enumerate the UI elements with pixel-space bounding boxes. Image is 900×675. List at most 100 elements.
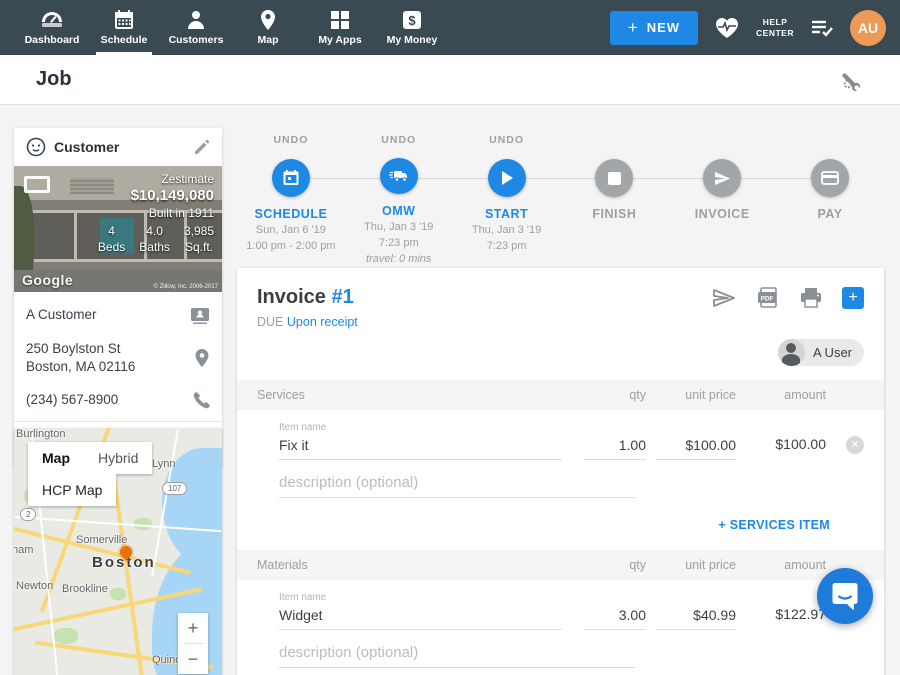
- drag-handle[interactable]: [257, 450, 279, 460]
- health-heart-icon[interactable]: [714, 16, 740, 40]
- services-title: Services: [257, 388, 576, 402]
- zestimate-block: Zestimate $10,149,080 Built in 1911 4Bed…: [98, 172, 214, 255]
- nav-item-my-apps[interactable]: My Apps: [304, 0, 376, 55]
- timeline-step-schedule: UNDO SCHEDULE Sun, Jan 6 '19 1:00 pm - 2…: [237, 128, 345, 268]
- qty-column-header: qty: [576, 388, 646, 402]
- route-107-shield: 107: [162, 482, 187, 495]
- nav-item-map[interactable]: Map: [232, 0, 304, 55]
- start-play-icon[interactable]: [488, 159, 526, 197]
- map-type-hybrid-button[interactable]: Hybrid: [84, 442, 152, 474]
- customer-card-header: Customer: [14, 128, 222, 166]
- chat-launcher-button[interactable]: [817, 568, 873, 624]
- undo-start-button[interactable]: UNDO: [489, 128, 524, 150]
- omw-truck-icon[interactable]: [380, 158, 418, 194]
- map-canvas[interactable]: Burlington Lynn Somerville ham Boston Ne…: [14, 428, 222, 675]
- built-year: Built in 1911: [98, 206, 214, 220]
- nav-label-my-money: My Money: [387, 34, 438, 46]
- nav-label-customers: Customers: [169, 34, 224, 46]
- stat-baths: 4.0Baths: [139, 223, 170, 255]
- map-type-controls: Map Hybrid HCP Map: [28, 442, 152, 506]
- nav-item-schedule[interactable]: Schedule: [88, 0, 160, 55]
- omw-step-label: OMW: [382, 204, 415, 218]
- pay-card-icon[interactable]: [811, 159, 849, 197]
- my-apps-icon: [330, 9, 350, 31]
- phone-icon[interactable]: [192, 391, 210, 409]
- due-value-link[interactable]: Upon receipt: [287, 315, 358, 329]
- drag-handle[interactable]: [257, 620, 279, 630]
- job-settings-icon[interactable]: [840, 68, 864, 92]
- schedule-step-icon[interactable]: [272, 159, 310, 197]
- due-label: DUE: [257, 315, 283, 329]
- material-amount: $122.97: [736, 606, 826, 630]
- nav-label-map: Map: [258, 34, 279, 46]
- invoice-title: Invoice #1: [257, 286, 358, 309]
- material-unit-price-input[interactable]: [656, 603, 736, 630]
- google-logo: Google: [22, 272, 73, 288]
- service-description-input[interactable]: [279, 470, 635, 498]
- nav-item-customers[interactable]: Customers: [160, 0, 232, 55]
- help-center-line1: HELP: [756, 17, 794, 28]
- timeline-step-invoice: INVOICE: [668, 128, 776, 268]
- nav-label-my-apps: My Apps: [318, 34, 361, 46]
- zestimate-label: Zestimate: [98, 172, 214, 186]
- invoice-header: Invoice #1 DUE Upon receipt PDF +: [237, 286, 884, 329]
- unit-price-column-header: unit price: [646, 558, 736, 572]
- undo-schedule-button[interactable]: UNDO: [273, 128, 308, 150]
- help-center-button[interactable]: HELP CENTER: [756, 17, 794, 38]
- invoice-send-icon[interactable]: [703, 159, 741, 197]
- add-services-item-button[interactable]: + SERVICES ITEM: [718, 518, 830, 532]
- nav-label-schedule: Schedule: [101, 34, 148, 46]
- material-line-item: Item name $122.97 ✕: [237, 580, 884, 630]
- map-label-waltham: ham: [14, 544, 33, 556]
- zoom-out-button[interactable]: −: [178, 644, 208, 674]
- zillow-copyright: © Zillow, Inc. 2006-2017: [154, 284, 218, 290]
- service-line-item: Item name $100.00 ✕: [237, 410, 884, 460]
- hcp-map-button[interactable]: HCP Map: [28, 474, 116, 506]
- customer-card: Customer Zestimate $10,149,080 Built in …: [14, 128, 222, 467]
- add-invoice-button[interactable]: +: [842, 287, 864, 309]
- finish-stop-icon[interactable]: [595, 159, 633, 197]
- material-description-input[interactable]: [279, 640, 635, 668]
- customer-address: 250 Boylston St Boston, MA 02116: [26, 340, 186, 375]
- customer-address-row: 250 Boylston St Boston, MA 02116: [14, 332, 222, 383]
- map-icon: [259, 9, 277, 31]
- undo-omw-button[interactable]: UNDO: [381, 128, 416, 149]
- service-qty-input[interactable]: [584, 433, 646, 460]
- service-description-row: [237, 460, 884, 498]
- material-item-name-input[interactable]: [279, 603, 562, 630]
- property-stats: 4Beds 4.0Baths 3,985Sq.ft.: [98, 223, 214, 255]
- qty-column-header: qty: [576, 558, 646, 572]
- property-photo[interactable]: Zestimate $10,149,080 Built in 1911 4Bed…: [14, 166, 222, 292]
- stat-beds: 4Beds: [98, 223, 125, 255]
- svg-text:$: $: [408, 13, 416, 28]
- send-invoice-icon[interactable]: [712, 288, 736, 308]
- map-type-map-button[interactable]: Map: [28, 442, 84, 474]
- location-pin-icon[interactable]: [194, 348, 210, 368]
- timeline-step-start: UNDO START Thu, Jan 3 '19 7:23 pm: [453, 128, 561, 268]
- nav-item-dashboard[interactable]: Dashboard: [16, 0, 88, 55]
- service-item-name-input[interactable]: [279, 433, 562, 460]
- nav-item-my-money[interactable]: $ My Money: [376, 0, 448, 55]
- invoice-number[interactable]: #1: [331, 286, 353, 308]
- activity-feed-icon[interactable]: [810, 18, 834, 38]
- streetview-frame-icon[interactable]: [24, 176, 50, 193]
- pdf-icon[interactable]: PDF: [756, 286, 780, 310]
- plus-icon: +: [628, 18, 639, 38]
- material-qty-input[interactable]: [584, 603, 646, 630]
- zoom-in-button[interactable]: +: [178, 613, 208, 643]
- delete-service-item-icon[interactable]: ✕: [846, 436, 864, 454]
- service-amount: $100.00: [736, 436, 826, 460]
- user-avatar[interactable]: AU: [850, 10, 886, 46]
- assignee-chip[interactable]: A User: [778, 339, 864, 366]
- invoice-due: DUE Upon receipt: [257, 315, 358, 329]
- avatar-initials: AU: [858, 20, 878, 36]
- edit-customer-pencil-icon[interactable]: [193, 139, 210, 156]
- job-timeline: UNDO SCHEDULE Sun, Jan 6 '19 1:00 pm - 2…: [237, 128, 884, 268]
- item-name-label: Item name: [279, 422, 864, 433]
- print-icon[interactable]: [800, 287, 822, 309]
- new-button[interactable]: + NEW: [610, 11, 698, 45]
- timeline-step-omw: UNDO OMW Thu, Jan 3 '19 7:23 pm travel: …: [345, 128, 453, 268]
- customer-name: A Customer: [26, 306, 182, 324]
- service-unit-price-input[interactable]: [656, 433, 736, 460]
- contact-card-icon[interactable]: [190, 306, 210, 324]
